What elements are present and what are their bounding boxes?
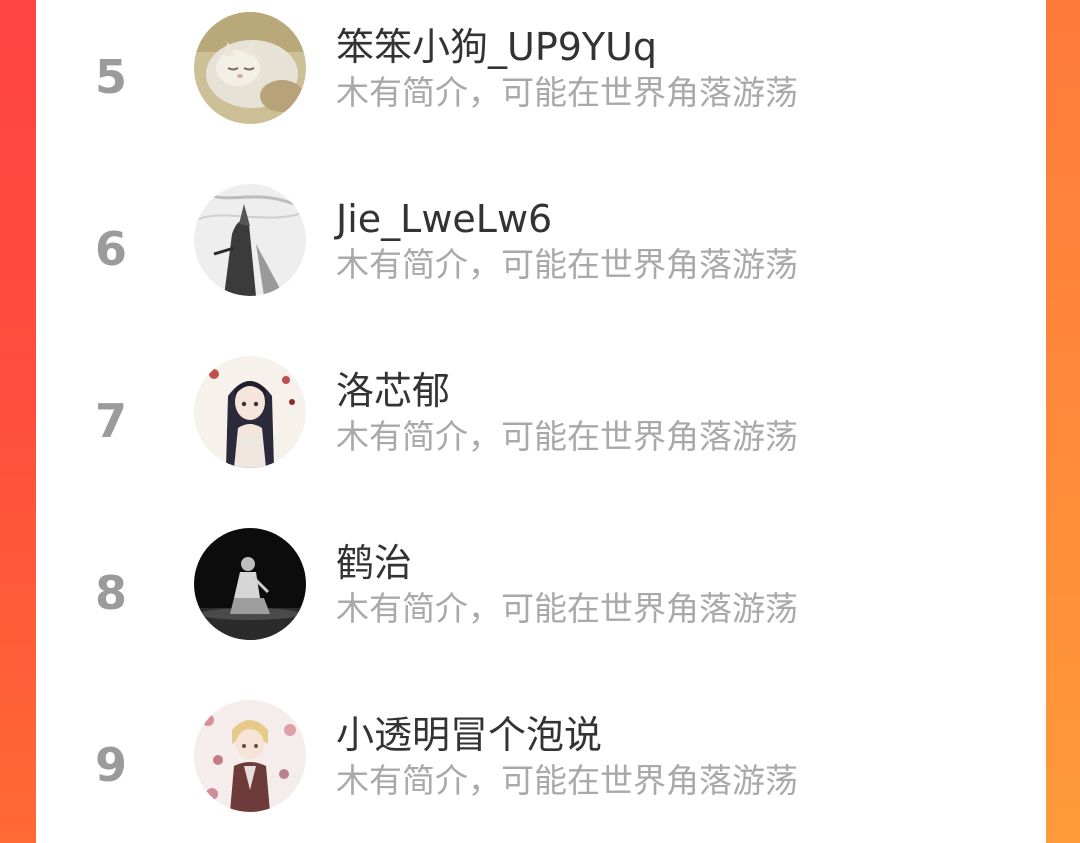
monochrome-figure-avatar-icon[interactable]: [194, 184, 306, 296]
background-edge-right: [1046, 0, 1080, 843]
user-name[interactable]: Jie_LweLw6: [336, 200, 552, 238]
rank-number: 8: [94, 566, 127, 620]
user-name[interactable]: 鹤治: [336, 544, 412, 582]
rank-number: 6: [94, 222, 127, 276]
ranking-row-6[interactable]: 6 Jie_LweLw6 木有简介，可能在世界角落游荡: [36, 172, 1046, 344]
user-bio: 木有简介，可能在世界角落游荡: [336, 73, 798, 112]
ranking-row-5[interactable]: 5 笨笨小狗_UP9YUq 木有简介，可能在世界角落游荡: [36, 0, 1046, 172]
ranking-row-7[interactable]: 7 洛芯郁 木有简介，可能在世界角落游荡: [36, 344, 1046, 516]
sleeping-cat-avatar-icon[interactable]: [194, 12, 306, 124]
user-bio: 木有简介，可能在世界角落游荡: [336, 761, 798, 800]
user-bio: 木有简介，可能在世界角落游荡: [336, 417, 798, 456]
user-bio: 木有简介，可能在世界角落游荡: [336, 245, 798, 284]
rank-number: 5: [94, 50, 127, 104]
ranking-row-9[interactable]: 9 小透明冒个泡说 木有简介，可能在世界角落游荡: [36, 688, 1046, 843]
background-edge-left: [0, 0, 36, 843]
rank-number: 9: [94, 738, 127, 792]
ranking-row-8[interactable]: 8 鹤治 木有简介，可能在世界角落游荡: [36, 516, 1046, 688]
user-name[interactable]: 小透明冒个泡说: [336, 716, 602, 754]
anime-girl-avatar-icon[interactable]: [194, 356, 306, 468]
anime-boy-blossoms-avatar-icon[interactable]: [194, 700, 306, 812]
ranking-card: 5 笨笨小狗_UP9YUq 木有简介，可能在世界角落游荡 6 Jie_LweLw…: [36, 0, 1046, 843]
rank-number: 7: [94, 394, 127, 448]
user-bio: 木有简介，可能在世界角落游荡: [336, 589, 798, 628]
user-name[interactable]: 笨笨小狗_UP9YUq: [336, 28, 657, 66]
dark-seated-figure-avatar-icon[interactable]: [194, 528, 306, 640]
user-name[interactable]: 洛芯郁: [336, 372, 450, 410]
